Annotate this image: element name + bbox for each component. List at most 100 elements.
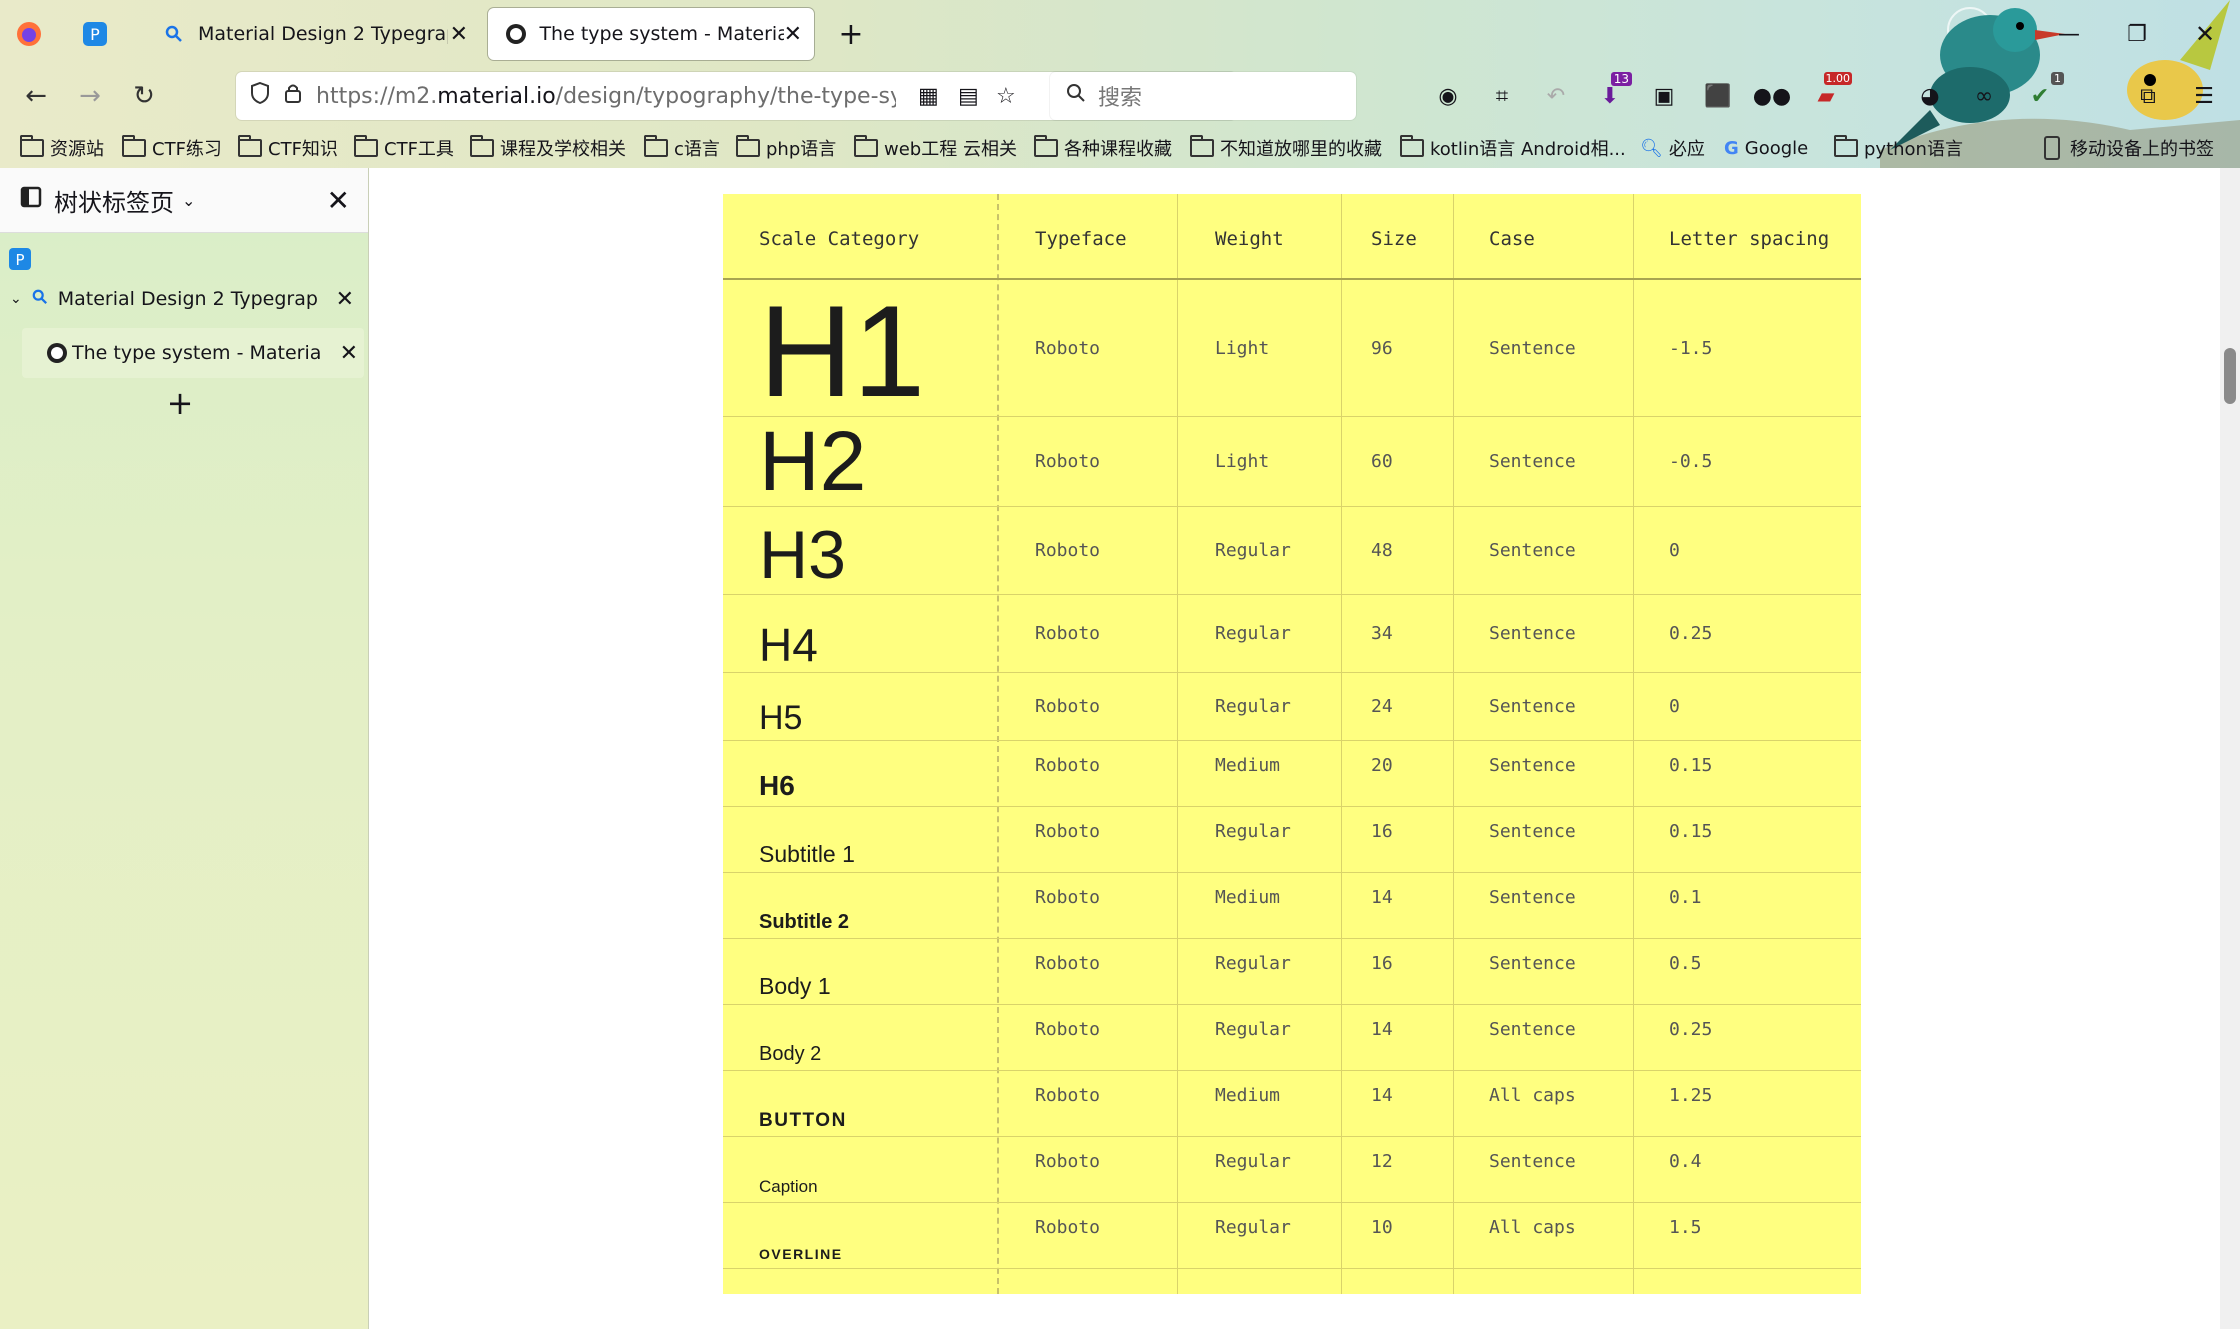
navigation-toolbar: ← → ↻ https://m2.material.io/design/typo… <box>0 64 2240 128</box>
cell-spacing: 0.5 <box>1669 953 1702 974</box>
shield-check-icon[interactable]: ✔ 1 <box>2022 72 2064 114</box>
minimize-button[interactable]: — <box>2040 8 2098 60</box>
header-size: Size <box>1371 228 1417 250</box>
pinned-tab[interactable]: P <box>66 8 124 60</box>
chevron-down-icon[interactable]: ⌄ <box>10 291 22 307</box>
bookmark-folder[interactable]: 不知道放哪里的收藏 <box>1190 134 1382 162</box>
cell-spacing: 0.25 <box>1669 623 1713 644</box>
download-extension-icon[interactable]: ⬇ 13 <box>1592 72 1632 114</box>
scale-sample-text: Subtitle 2 <box>759 910 850 933</box>
cell-weight: Regular <box>1215 623 1291 644</box>
folder-icon <box>354 135 378 157</box>
close-icon[interactable]: ✕ <box>340 341 358 366</box>
tab-bar: P Material Design 2 Typegraph ✕ The type… <box>0 0 2240 64</box>
url-prefix: https://m2. <box>316 83 438 109</box>
sidebar-item-label: The type system - Material D <box>72 342 322 364</box>
cell-typeface: Roboto <box>1035 540 1101 561</box>
extension-globe-icon[interactable]: ◉ <box>1430 78 1466 114</box>
scale-sample-text: BUTTON <box>759 1109 847 1131</box>
bookmark-folder[interactable]: kotlin语言 Android相... <box>1400 134 1626 162</box>
close-icon[interactable]: ✕ <box>784 22 802 47</box>
cell-size: 14 <box>1371 1085 1393 1106</box>
bookmark-bing[interactable]: 🔍︎ 必应 <box>1640 134 1705 162</box>
add-tab-button[interactable]: + <box>0 378 360 428</box>
undo-icon[interactable]: ↶ <box>1538 78 1574 114</box>
cell-size: 16 <box>1371 821 1393 842</box>
scale-sample-text: H5 <box>759 698 803 737</box>
scrollbar-thumb[interactable] <box>2224 348 2236 404</box>
version-extension-icon[interactable]: ▰ 1.00 <box>1808 72 1852 114</box>
forward-button[interactable]: → <box>70 76 110 116</box>
search-box[interactable]: 搜索 <box>1050 72 1356 120</box>
close-icon[interactable]: ✕ <box>450 22 468 47</box>
reload-button[interactable]: ↻ <box>124 76 164 116</box>
firefox-menu[interactable] <box>0 8 58 60</box>
firefox-icon <box>17 22 41 46</box>
url-domain: material.io <box>437 83 556 109</box>
tab-material-typography[interactable]: Material Design 2 Typegraph ✕ <box>146 8 480 60</box>
folder-icon <box>238 135 262 157</box>
cell-case: Sentence <box>1489 1151 1576 1172</box>
cell-typeface: Roboto <box>1035 696 1101 717</box>
cell-weight: Regular <box>1215 540 1291 561</box>
folder-icon <box>20 135 44 157</box>
folder-icon <box>1400 135 1424 157</box>
tab-type-system[interactable]: The type system - Material D ✕ <box>488 8 814 60</box>
eyes-icon[interactable]: ∞ <box>1966 78 2002 114</box>
crop-icon[interactable]: ⌗ <box>1484 78 1520 114</box>
header-weight: Weight <box>1215 228 1284 250</box>
new-tab-button[interactable]: + <box>822 8 880 60</box>
svg-text:P: P <box>15 251 24 269</box>
sidebar-tab-item[interactable]: ⌄ Material Design 2 Typegraphy ✕ <box>0 274 368 324</box>
bookmark-google[interactable]: G Google <box>1724 134 1808 162</box>
cell-weight: Regular <box>1215 1019 1291 1040</box>
tree-tabs-sidebar: 树状标签页 ⌄ ✕ P ⌄ Material Design 2 Typegrap… <box>0 168 369 1329</box>
sidebar-extension-icon[interactable]: ▣ <box>1646 78 1682 114</box>
close-icon[interactable]: ✕ <box>336 287 354 312</box>
cell-typeface: Roboto <box>1035 451 1101 472</box>
close-sidebar-button[interactable]: ✕ <box>327 184 350 217</box>
bookmark-folder[interactable]: python语言 <box>1834 134 1963 162</box>
translate-icon[interactable]: ⬛ <box>1700 78 1736 114</box>
header-letter-spacing: Letter spacing <box>1669 228 1830 250</box>
cell-typeface: Roboto <box>1035 1151 1101 1172</box>
bookmark-folder[interactable]: 资源站 <box>20 134 104 162</box>
bookmark-folder[interactable]: CTF知识 <box>238 134 338 162</box>
bookmark-star-icon[interactable]: ☆ <box>996 84 1016 109</box>
restore-button[interactable]: ❐ <box>2108 8 2166 60</box>
bookmark-folder[interactable]: 各种课程收藏 <box>1034 134 1172 162</box>
menu-icon[interactable]: ☰ <box>2186 78 2222 114</box>
page-scrollbar[interactable] <box>2220 168 2240 1329</box>
folder-icon <box>1034 135 1058 157</box>
scale-sample-text: OVERLINE <box>759 1246 843 1263</box>
cell-size: 12 <box>1371 1151 1393 1172</box>
mobile-bookmarks[interactable]: 移动设备上的书签 <box>2044 134 2214 162</box>
extensions-icon[interactable]: ⧉ <box>2130 78 2166 114</box>
close-window-button[interactable]: ✕ <box>2176 8 2234 60</box>
reader-view-icon[interactable]: ▤ <box>958 84 979 109</box>
cell-typeface: Roboto <box>1035 887 1101 908</box>
scale-sample-text: Body 1 <box>759 972 831 999</box>
qr-code-icon[interactable]: ▦ <box>918 84 939 109</box>
badge-count: 13 <box>1610 72 1632 86</box>
chevron-down-icon[interactable]: ⌄ <box>182 191 195 210</box>
bookmark-folder[interactable]: 课程及学校相关 <box>470 134 626 162</box>
cell-case: Sentence <box>1489 540 1576 561</box>
sidebar-item-label: Material Design 2 Typegraphy <box>57 288 318 310</box>
bookmark-folder[interactable]: CTF练习 <box>122 134 222 162</box>
glasses-icon[interactable]: ●● <box>1753 78 1791 114</box>
bookmark-folder[interactable]: CTF工具 <box>354 134 454 162</box>
bookmark-folder[interactable]: web工程 云相关 <box>854 134 1017 162</box>
bookmark-folder[interactable]: php语言 <box>736 134 836 162</box>
sidebar-tab-item-active[interactable]: The type system - Material D ✕ <box>22 328 364 378</box>
monkey-icon[interactable]: ◕ <box>1912 78 1948 114</box>
folder-icon <box>1190 135 1214 157</box>
badge-one: 1 <box>2051 72 2064 85</box>
cell-weight: Light <box>1215 338 1270 359</box>
sidebar-title[interactable]: 树状标签页 <box>54 183 174 218</box>
back-button[interactable]: ← <box>16 76 56 116</box>
folder-icon <box>1834 135 1858 157</box>
bookmark-folder[interactable]: c语言 <box>644 134 720 162</box>
cell-weight: Medium <box>1215 887 1281 908</box>
cell-case: Sentence <box>1489 887 1576 908</box>
